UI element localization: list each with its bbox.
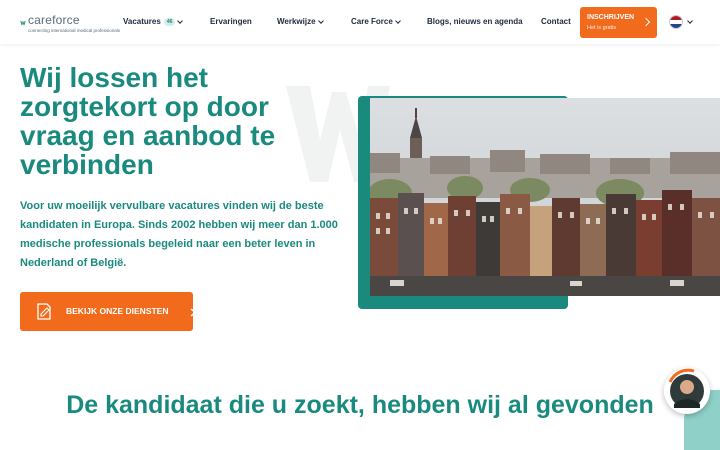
register-label: INSCHRIJVEN bbox=[587, 14, 635, 21]
avatar-icon bbox=[668, 368, 704, 408]
nav-label: Care Force bbox=[351, 17, 393, 26]
brand-name: careforce bbox=[27, 13, 80, 28]
chevron-down-icon bbox=[394, 17, 401, 24]
nav-item-care-force[interactable]: Care Force bbox=[351, 17, 401, 26]
nav-label: Ervaringen bbox=[210, 17, 252, 26]
hero-title: Wij lossen het zorgtekort op door vraag … bbox=[20, 62, 276, 180]
nav-label: Werkwijze bbox=[277, 17, 316, 26]
nav-label: Vacatures bbox=[123, 17, 161, 26]
chevron-right-icon bbox=[641, 17, 651, 27]
chevron-down-icon bbox=[317, 17, 324, 24]
nav-item-ervaringen[interactable]: Ervaringen bbox=[210, 17, 252, 26]
logo-mark-icon bbox=[20, 20, 26, 26]
register-button[interactable]: INSCHRIJVEN Het is gratis bbox=[580, 7, 657, 38]
nl-flag-icon bbox=[669, 15, 683, 29]
view-services-button[interactable]: BEKIJK ONZE DIENSTEN bbox=[20, 292, 197, 331]
view-services-label: BEKIJK ONZE DIENSTEN bbox=[66, 306, 169, 316]
careforce-logo[interactable]: careforce connecting international medic… bbox=[20, 6, 120, 40]
nav-label: Blogs, nieuws en agenda bbox=[427, 17, 523, 26]
chevron-down-icon bbox=[177, 17, 184, 24]
language-switcher[interactable] bbox=[669, 15, 693, 29]
nav-item-blogs[interactable]: Blogs, nieuws en agenda bbox=[427, 17, 523, 26]
nav-item-werkwijze[interactable]: Werkwijze bbox=[277, 17, 324, 26]
chevron-right-icon bbox=[190, 308, 197, 317]
nav-item-vacatures[interactable]: Vacatures 46 bbox=[123, 17, 184, 26]
brand-tagline: connecting international medical profess… bbox=[27, 28, 120, 34]
chat-avatar-button[interactable] bbox=[664, 368, 710, 414]
register-sublabel: Het is gratis bbox=[587, 25, 617, 31]
amsterdam-skyline-photo bbox=[370, 98, 720, 296]
nav-label: Contact bbox=[541, 17, 571, 26]
document-edit-icon bbox=[37, 303, 51, 320]
nav-item-contact[interactable]: Contact bbox=[541, 17, 571, 26]
site-header: careforce connecting international medic… bbox=[0, 0, 720, 44]
section-title: De kandidaat die u zoekt, hebben wij al … bbox=[66, 391, 654, 419]
vacancy-count-badge: 46 bbox=[163, 17, 176, 26]
hero-description: Voor uw moeilijk vervulbare vacatures vi… bbox=[20, 200, 338, 269]
chevron-down-icon bbox=[687, 18, 693, 24]
